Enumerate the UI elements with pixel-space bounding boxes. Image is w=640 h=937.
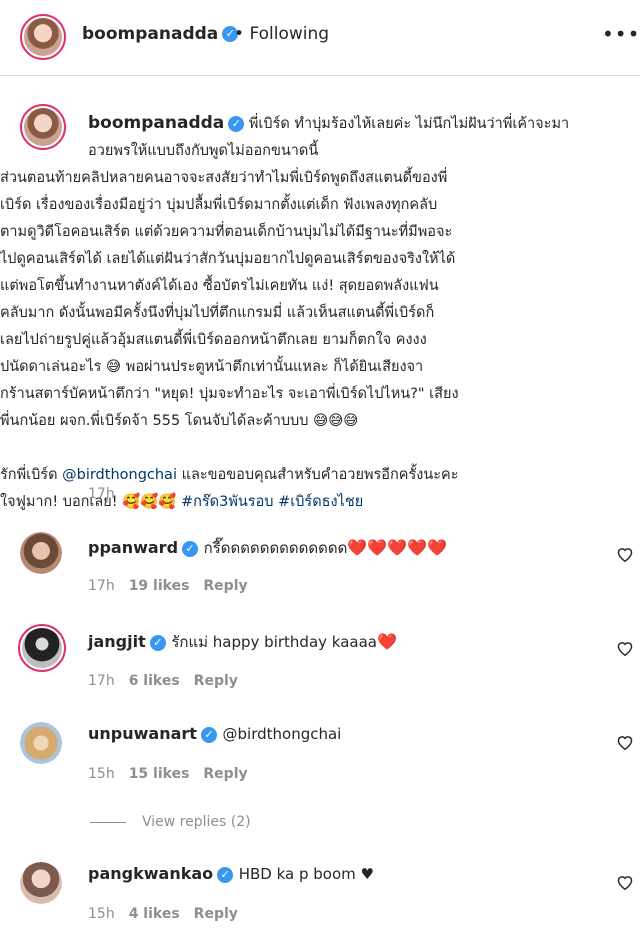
like-heart-icon[interactable]: [616, 734, 634, 750]
comment-text: HBD ka p boom ♥: [238, 865, 374, 883]
heart-emoji-icon: ❤️❤️❤️❤️❤️: [347, 538, 447, 557]
like-heart-icon[interactable]: [616, 874, 634, 890]
reply-button[interactable]: Reply: [203, 578, 247, 594]
verified-badge-icon: ✓: [149, 634, 166, 651]
comment-row: pangkwankao ✓ HBD ka p boom ♥: [88, 864, 374, 883]
comment-avatar[interactable]: [20, 862, 62, 904]
more-options-icon[interactable]: •••: [602, 22, 640, 46]
post-header: boompanadda ✓ • Following •••: [0, 0, 640, 76]
comment-meta: 17h 19 likes Reply: [88, 578, 248, 594]
caption-line: ไปดูคอนเสิร์ตได้ เลยได้แต่ฝันว่าสักวันบุ…: [0, 251, 456, 267]
replies-divider: [90, 821, 126, 823]
caption-line: แต่พอโตขึ้นทำงานหาตังค์ได้เอง ซื้อบัตรไม…: [0, 278, 439, 294]
caption-username[interactable]: boompanadda: [88, 113, 224, 133]
comment-text: รักแม่ happy birthday kaaaa: [171, 633, 377, 651]
verified-badge-icon: ✓: [217, 866, 234, 883]
comment-username[interactable]: jangjit: [88, 632, 146, 651]
hashtag-link[interactable]: #กร๊ด3พันรอบ: [181, 494, 274, 510]
caption-line: ตามดูวิดีโอคอนเสิร์ต แต่ด้วยความที่ตอนเด…: [0, 224, 453, 240]
comment-avatar[interactable]: [20, 532, 62, 574]
caption-line: คลับมาก ดังนั้นพอมีครั้งนึงที่บุ่มไปที่ต…: [0, 305, 435, 321]
heart-emoji-icon: ❤️: [376, 632, 397, 651]
verified-badge-icon: ✓: [228, 116, 245, 132]
caption-line: เบิร์ด เรื่องของเรื่องมีอยู่ว่า บุ่มปลื้…: [0, 197, 438, 213]
comment-meta: 17h 6 likes Reply: [88, 673, 238, 689]
mention-link[interactable]: @birdthongchai: [62, 467, 177, 483]
comment-username[interactable]: pangkwankao: [88, 864, 213, 883]
caption-line: ส่วนตอนท้ายคลิปหลายคนอาจจะสงสัยว่าทำไมพี…: [0, 170, 448, 186]
caption-closing: รักพี่เบิร์ด @birdthongchai และขอขอบคุณส…: [0, 467, 459, 483]
reply-button[interactable]: Reply: [194, 673, 238, 689]
caption-line: เลยไปถ่ายรูปคู่แล้วอุ้มสแตนดี้พี่เบิร์ดอ…: [0, 332, 427, 348]
caption-line: พี่เบิร์ด ทำบุ่มร้องไห้เลยค่ะ ไม่นึกไม่ฝ…: [248, 116, 570, 132]
verified-badge-icon: ✓: [182, 540, 199, 557]
comment-username[interactable]: ppanward: [88, 538, 178, 557]
post-caption: boompanadda ✓ พี่เบิร์ด ทำบุ่มร้องไห้เลยค…: [0, 110, 628, 516]
reply-button[interactable]: Reply: [203, 766, 247, 782]
caption-line: ปนัดดาเล่นอะไร 😅 พอผ่านประตูหน้าตึกเท่าน…: [0, 359, 424, 375]
author-avatar[interactable]: [20, 14, 66, 60]
reply-button[interactable]: Reply: [194, 906, 238, 922]
comment-avatar[interactable]: [18, 624, 66, 672]
hashtag-link[interactable]: #เบิร์ดธงไชย: [278, 494, 363, 510]
like-heart-icon[interactable]: [616, 546, 634, 562]
comment-text: กรี๊ดดดดดดดดดดดดด: [203, 539, 348, 557]
caption-line: กร้านสตาร์บัคหน้าตึกว่า "หยุด! บุ่มจะทำอ…: [0, 386, 459, 402]
comment-row: jangjit ✓ รักแม่ happy birthday kaaaa❤️: [88, 630, 397, 654]
comment-username[interactable]: unpuwanart: [88, 724, 197, 743]
view-replies-button[interactable]: View replies (2): [90, 814, 251, 830]
following-status[interactable]: • Following: [234, 24, 329, 44]
comment-avatar[interactable]: [20, 722, 62, 764]
comment-row: unpuwanart ✓ @birdthongchai: [88, 724, 341, 743]
caption-time[interactable]: 17h: [88, 486, 115, 502]
comment-row: ppanward ✓ กรี๊ดดดดดดดดดดดดด❤️❤️❤️❤️❤️: [88, 536, 447, 560]
caption-line: อวยพรให้แบบถึงกับพูดไม่ออกขนาดนี้: [88, 143, 319, 159]
like-heart-icon[interactable]: [616, 640, 634, 656]
caption-line: พี่นกน้อย ผจก.พี่เบิร์ดจ้า 555 โดนจับได้…: [0, 413, 359, 429]
verified-badge-icon: ✓: [200, 726, 217, 743]
comment-meta: 15h 15 likes Reply: [88, 766, 248, 782]
caption-avatar[interactable]: [20, 104, 66, 150]
author-username[interactable]: boompanadda ✓: [82, 24, 239, 44]
mention-link[interactable]: @birdthongchai: [223, 725, 342, 743]
comment-meta: 15h 4 likes Reply: [88, 906, 238, 922]
